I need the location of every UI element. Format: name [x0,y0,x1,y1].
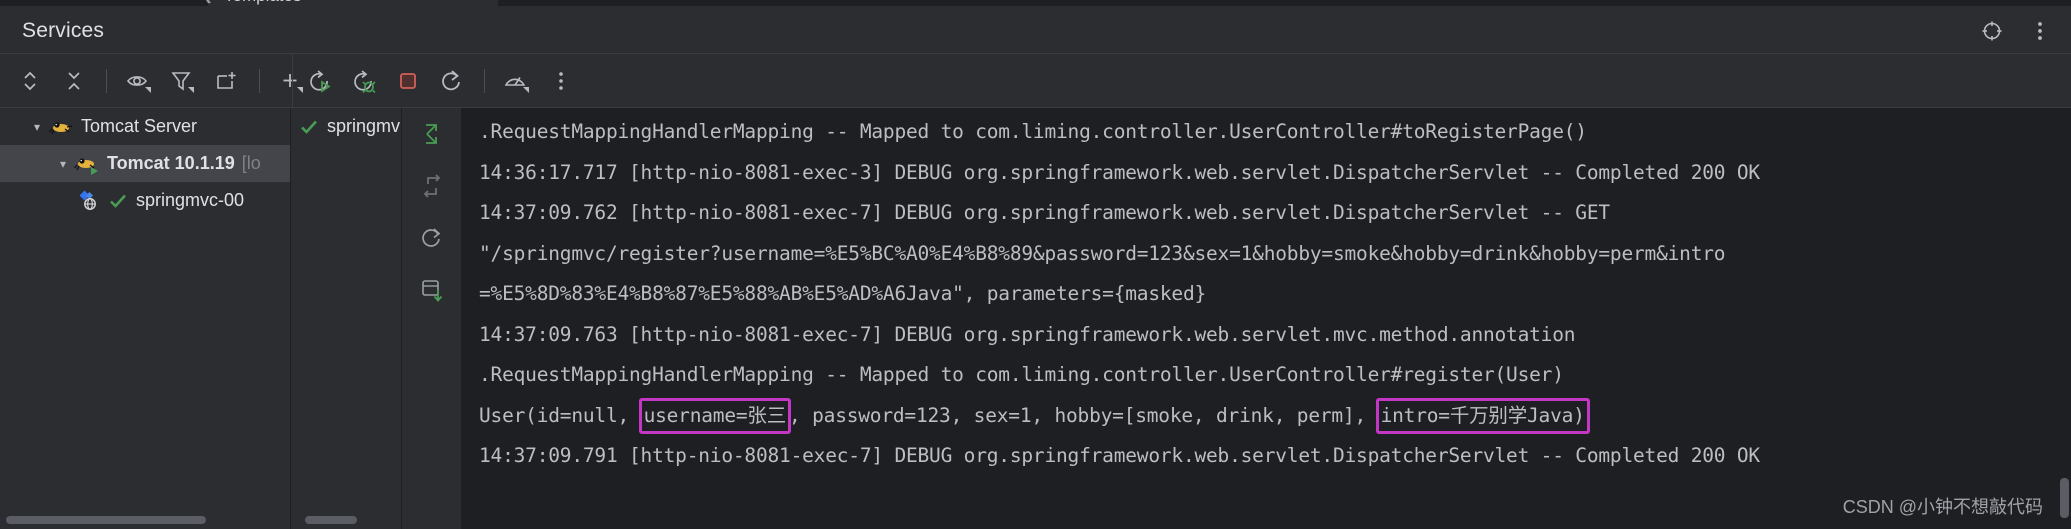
status-ok-icon [108,192,128,210]
log-line: .RequestMappingHandlerMapping -- Mapped … [479,120,1587,143]
tree-node-label: Tomcat Server [81,116,198,136]
expand-collapse-icon[interactable] [11,64,49,98]
show-hide-icon[interactable] [120,64,158,98]
log-line: 14:36:17.717 [http-nio-8081-exec-3] DEBU… [479,160,1760,184]
restart-icon[interactable] [433,64,471,98]
chevron-down-icon[interactable]: ▾ [26,121,48,133]
tree-horizontal-scrollbar[interactable] [6,516,206,524]
add-tab-icon[interactable] [208,64,246,98]
status-ok-icon [299,118,319,136]
list-item[interactable]: springmv [291,108,401,145]
highlight-box-intro: intro=千万别学Java) [1375,398,1590,434]
debug-icon[interactable] [345,64,383,98]
export-icon[interactable] [402,264,461,316]
tree-node-deployment[interactable]: springmvc-00 [0,182,290,219]
page-title: Services [22,19,105,42]
console-gutter-toolbar [402,108,461,529]
mid-horizontal-scrollbar[interactable] [305,516,357,524]
tree-node-suffix: [lo [241,153,261,173]
toolbar-separator-3 [484,69,485,93]
tree-node-label: Tomcat 10.1.19 [107,153,235,173]
services-tool-window: ❮ Templates Services [0,0,2071,529]
filter-icon[interactable] [164,64,202,98]
console-vertical-scrollbar[interactable] [2060,478,2069,518]
log-line-container: .RequestMappingHandlerMapping -- Mapped … [461,112,2071,477]
tree-node-tomcat-server[interactable]: ▾ Tomcat Server [0,108,290,145]
services-toolbar [0,54,2071,108]
service-instance-list: springmv [291,108,401,529]
tree-node-tomcat-instance[interactable]: ▾ Tomcat 10.1.19 [lo [0,145,290,182]
more-icon[interactable] [542,64,580,98]
scroll-to-end-icon[interactable] [402,108,461,160]
toolbar-vertical-divider [292,54,293,108]
chevron-left-icon: ❮ [202,0,213,4]
log-segment-middle: , password=123, sex=1, hobby=[smoke, dri… [789,403,1378,427]
highlight-box-username: username=张三 [638,398,792,434]
log-segment-prefix: User(id=null, [479,403,641,427]
collapse-all-icon[interactable] [55,64,93,98]
refresh-icon[interactable] [402,212,461,264]
chevron-down-icon[interactable]: ▾ [52,158,74,170]
toolbar-separator-1 [106,69,107,93]
services-tree: ▾ Tomcat Server ▾ Tomcat 10.1.19 [lo spr… [0,108,290,529]
watermark: CSDN @小钟不想敲代码 [1842,497,2043,517]
log-line: "/springmvc/register?username=%E5%BC%A0%… [479,241,1726,265]
header-actions [1979,18,2053,44]
tomcat-running-icon [74,154,100,175]
profiler-icon[interactable] [498,64,536,98]
rerun-icon[interactable] [301,64,339,98]
locate-icon[interactable] [1979,18,2005,44]
list-item-label: springmv [327,116,401,136]
console-output[interactable]: .RequestMappingHandlerMapping -- Mapped … [461,108,2071,529]
toolbar-right-group [298,64,583,98]
soft-wrap-icon[interactable] [402,160,461,212]
tree-node-label: springmvc-00 [136,190,245,210]
log-line: 14:37:09.791 [http-nio-8081-exec-7] DEBU… [479,444,1760,467]
toolbar-separator-2 [259,69,260,93]
stop-icon[interactable] [389,64,427,98]
log-line: 14:37:09.763 [http-nio-8081-exec-7] DEBU… [479,322,1576,346]
log-line: .RequestMappingHandlerMapping -- Mapped … [479,363,1564,386]
log-line: 14:37:09.762 [http-nio-8081-exec-7] DEBU… [479,201,1610,224]
tomcat-icon [48,117,74,137]
deployment-icon [78,190,104,212]
log-line: =%E5%8D%83%E4%B8%87%E5%88%AB%E5%AD%A6Jav… [479,282,1207,305]
toolbar-left-group [8,64,314,98]
log-line-highlighted: User(id=null, username=张三, password=123,… [461,396,2071,437]
more-options-icon[interactable] [2027,18,2053,44]
services-header: Services [0,6,2071,54]
